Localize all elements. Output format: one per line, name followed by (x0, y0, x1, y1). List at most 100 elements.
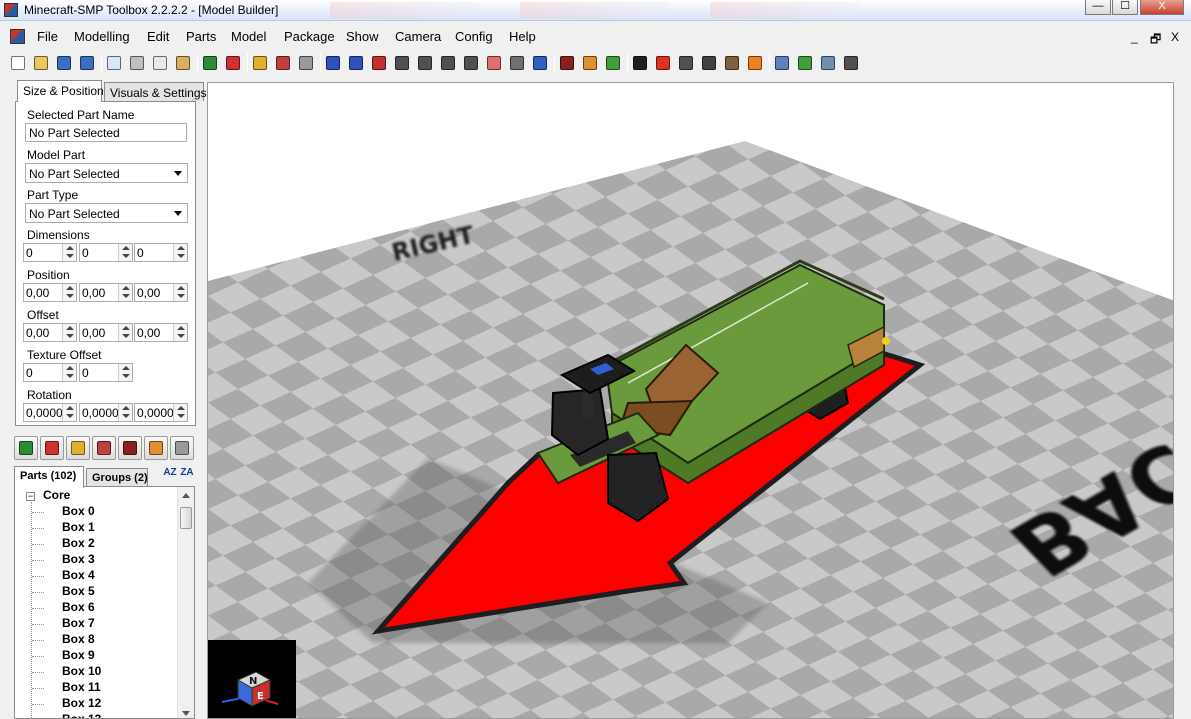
tree-item[interactable]: Box 8 (62, 632, 95, 646)
tree-item[interactable]: Box 0 (62, 504, 95, 518)
menu-modelling[interactable]: Modelling (74, 29, 130, 44)
part-type-select[interactable]: No Part Selected (25, 203, 188, 223)
dimension-x-stepper[interactable]: 0 (23, 243, 77, 262)
spinner-buttons[interactable] (62, 244, 76, 261)
mdi-restore-button[interactable]: 🗗 (1150, 30, 1161, 51)
dimension-y-stepper[interactable]: 0 (79, 243, 133, 262)
pencil-button[interactable] (250, 53, 269, 72)
dimension-z-stepper[interactable]: 0 (134, 243, 188, 262)
add-part-button[interactable] (14, 436, 38, 460)
shapes-button[interactable] (818, 53, 837, 72)
brush-button[interactable] (580, 53, 599, 72)
model-viewport[interactable]: RIGHT BACKWARD (207, 82, 1174, 719)
tree-item[interactable]: Box 5 (62, 584, 95, 598)
align-3-button[interactable] (369, 53, 388, 72)
edit-part-button[interactable] (66, 436, 90, 460)
rotation-x-stepper[interactable]: 0,0000 (23, 403, 77, 422)
tree-item[interactable]: Box 1 (62, 520, 95, 534)
spinner-buttons[interactable] (173, 284, 187, 301)
mdi-minimize-button[interactable]: _ (1131, 30, 1138, 44)
spinner-buttons[interactable] (62, 404, 76, 421)
tree-item[interactable]: Box 3 (62, 552, 95, 566)
minimize-button[interactable]: — (1085, 0, 1111, 15)
delete-button[interactable] (296, 53, 315, 72)
rotate-button[interactable] (392, 53, 411, 72)
offset-x-stepper[interactable]: 0,00 (23, 323, 77, 342)
menu-file[interactable]: File (37, 29, 58, 44)
explosion-button[interactable] (745, 53, 764, 72)
tab-size-position[interactable]: Size & Position (17, 80, 104, 102)
tree-item[interactable]: Box 4 (62, 568, 95, 582)
tree-item[interactable]: Box 12 (62, 696, 101, 710)
sort-descending-button[interactable]: ZA (179, 468, 195, 487)
menu-model[interactable]: Model (231, 29, 266, 44)
save-button[interactable] (54, 53, 73, 72)
position-z-stepper[interactable]: 0,00 (134, 283, 188, 302)
copy-button[interactable] (150, 53, 169, 72)
delete-part-button[interactable] (170, 436, 194, 460)
menu-help[interactable]: Help (509, 29, 536, 44)
spinner-buttons[interactable] (118, 364, 132, 381)
maximize-button[interactable]: ☐ (1112, 0, 1138, 15)
mdi-close-button[interactable]: X (1171, 30, 1179, 44)
position-y-stepper[interactable]: 0,00 (79, 283, 133, 302)
rotation-y-stepper[interactable]: 0,0000 (79, 403, 133, 422)
tree-item[interactable]: Box 11 (62, 680, 101, 694)
scroll-up-icon[interactable] (182, 493, 190, 498)
tree-item[interactable]: Box 9 (62, 648, 95, 662)
spinner-buttons[interactable] (173, 404, 187, 421)
tab-parts[interactable]: Parts (102) (14, 466, 84, 488)
spinner-buttons[interactable] (118, 324, 132, 341)
group-button[interactable] (273, 53, 292, 72)
group-parts-button[interactable] (92, 436, 116, 460)
spinner-buttons[interactable] (62, 364, 76, 381)
scroll-down-icon[interactable] (182, 711, 190, 716)
spinner-buttons[interactable] (173, 324, 187, 341)
document-icon[interactable] (10, 29, 25, 44)
export-button[interactable] (603, 53, 622, 72)
texture-button[interactable] (557, 53, 576, 72)
rotate-4-button[interactable] (461, 53, 480, 72)
spinner-buttons[interactable] (118, 244, 132, 261)
page-button[interactable] (104, 53, 123, 72)
disc-button[interactable] (699, 53, 718, 72)
open-folder-button[interactable] (31, 53, 50, 72)
model-part-select[interactable]: No Part Selected (25, 163, 188, 183)
tree-item[interactable]: Box 13 (62, 712, 101, 718)
new-button[interactable] (8, 53, 27, 72)
spinner-buttons[interactable] (62, 284, 76, 301)
paint-part-button[interactable] (144, 436, 168, 460)
tree-root-core[interactable]: Core (43, 488, 70, 502)
rotation-z-stepper[interactable]: 0,0000 (134, 403, 188, 422)
cross-button[interactable] (630, 53, 649, 72)
align-button[interactable] (323, 53, 342, 72)
offset-y-stepper[interactable]: 0,00 (79, 323, 133, 342)
paste-button[interactable] (173, 53, 192, 72)
menu-package[interactable]: Package (284, 29, 335, 44)
tree-scrollbar[interactable] (177, 487, 194, 718)
menu-edit[interactable]: Edit (147, 29, 169, 44)
position-x-stepper[interactable]: 0,00 (23, 283, 77, 302)
tree-item[interactable]: Box 6 (62, 600, 95, 614)
spinner-buttons[interactable] (62, 324, 76, 341)
red-block-button[interactable] (653, 53, 672, 72)
sort-ascending-button[interactable]: AZ (162, 468, 178, 487)
save-as-button[interactable] (77, 53, 96, 72)
spinner-buttons[interactable] (173, 244, 187, 261)
tree-item[interactable]: Box 10 (62, 664, 101, 678)
list-button[interactable] (772, 53, 791, 72)
texture-part-button[interactable] (118, 436, 142, 460)
cut-button[interactable] (127, 53, 146, 72)
texture-offset-y-stepper[interactable]: 0 (79, 363, 133, 382)
tab-visuals-settings[interactable]: Visuals & Settings (104, 82, 207, 101)
spinner-buttons[interactable] (118, 404, 132, 421)
collapse-icon[interactable]: − (26, 492, 35, 501)
tree-item[interactable]: Box 2 (62, 536, 95, 550)
boot-button[interactable] (676, 53, 695, 72)
move-button[interactable] (530, 53, 549, 72)
mirror-button[interactable] (507, 53, 526, 72)
add-box-red-button[interactable] (223, 53, 242, 72)
rotate-3-button[interactable] (438, 53, 457, 72)
menu-show[interactable]: Show (346, 29, 379, 44)
texture-offset-x-stepper[interactable]: 0 (23, 363, 77, 382)
